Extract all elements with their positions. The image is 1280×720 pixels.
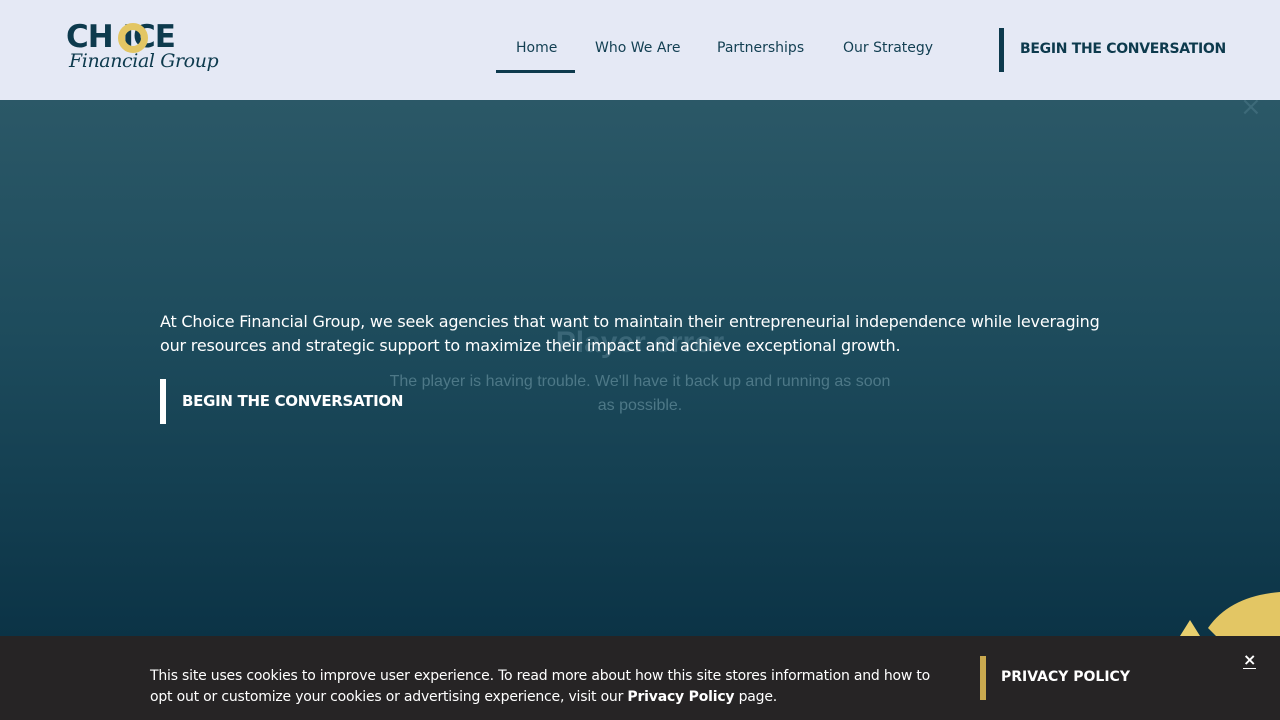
nav-active-indicator [496, 70, 575, 73]
decorative-shape-icon [1180, 592, 1280, 636]
nav-our-strategy[interactable]: Our Strategy [843, 40, 933, 56]
privacy-policy-button-label: PRIVACY POLICY [1001, 669, 1130, 685]
cookie-close-icon[interactable]: × [1243, 652, 1257, 669]
nav-partnerships[interactable]: Partnerships [717, 40, 804, 56]
cookie-banner: This site uses cookies to improve user e… [0, 636, 1280, 720]
site-header: CH ICE Financial Group Home Who We Are P… [0, 0, 1280, 100]
privacy-policy-link[interactable]: Privacy Policy [627, 689, 734, 705]
choice-financial-logo[interactable]: CH ICE Financial Group [66, 20, 219, 78]
hero-begin-conversation-button[interactable]: BEGIN THE CONVERSATION [160, 379, 404, 424]
logo-subtitle: Financial Group [69, 50, 219, 72]
hero-cta-label: BEGIN THE CONVERSATION [182, 392, 404, 410]
privacy-policy-button[interactable]: PRIVACY POLICY [980, 656, 1150, 700]
cookie-text-before: This site uses cookies to improve user e… [150, 668, 931, 705]
nav-who-we-are[interactable]: Who We Are [595, 40, 680, 56]
header-begin-conversation-button[interactable]: BEGIN THE CONVERSATION [999, 28, 1229, 72]
cookie-text-after: page. [734, 689, 778, 705]
cookie-message: This site uses cookies to improve user e… [150, 666, 950, 708]
hero-section: × Player error The player is having trou… [0, 92, 1280, 636]
nav-home[interactable]: Home [516, 40, 557, 56]
hero-description: At Choice Financial Group, we seek agenc… [160, 312, 1100, 355]
header-cta-label: BEGIN THE CONVERSATION [1020, 41, 1226, 57]
player-error-message: The player is having trouble. We'll have… [389, 373, 891, 414]
logo-ring-icon [118, 23, 148, 53]
